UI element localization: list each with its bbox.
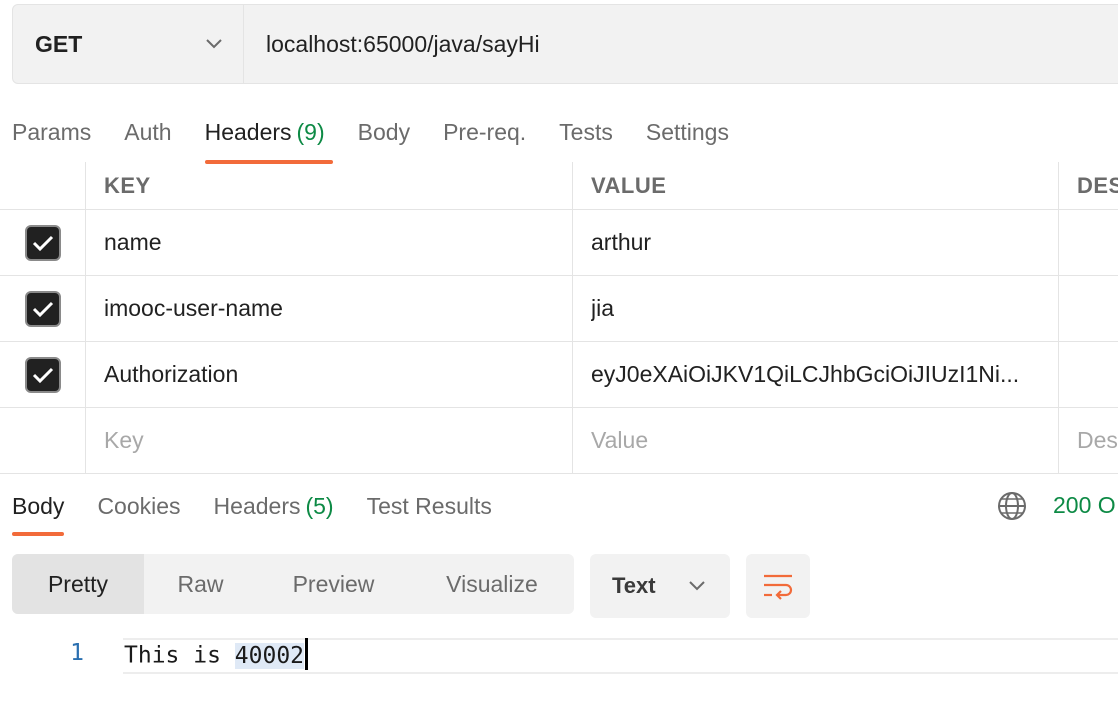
value-cell[interactable]: eyJ0eXAiOiJKV1QiLCJhbGciOiJIUzI1Ni... (573, 342, 1059, 407)
text-cursor (305, 638, 309, 670)
response-tab-body[interactable]: Body (12, 486, 65, 536)
value-cell[interactable]: arthur (573, 210, 1059, 275)
table-row: imooc-user-name jia (0, 276, 1118, 342)
row-checkbox[interactable] (24, 290, 61, 327)
response-tab-cookies[interactable]: Cookies (97, 486, 180, 526)
view-mode-control: Pretty Raw Preview Visualize (12, 554, 574, 614)
new-value-input[interactable]: Value (573, 408, 1059, 473)
tab-settings[interactable]: Settings (646, 112, 729, 152)
chevron-down-icon (206, 39, 222, 49)
table-header-row: KEY VALUE DES (0, 162, 1118, 210)
line-number: 1 (70, 640, 84, 666)
checkmark-icon (32, 367, 53, 383)
request-bar: GET localhost:65000/java/sayHi (12, 4, 1118, 84)
globe-icon[interactable] (996, 490, 1028, 522)
key-cell[interactable]: imooc-user-name (86, 276, 573, 341)
response-tab-headers[interactable]: Headers (5) (214, 486, 334, 526)
table-row: name arthur (0, 210, 1118, 276)
column-header-key: KEY (86, 162, 573, 209)
view-mode-pretty[interactable]: Pretty (12, 554, 144, 614)
code-line: This is 40002 (124, 638, 309, 672)
tab-params[interactable]: Params (12, 112, 91, 152)
new-description-input[interactable]: Des (1059, 408, 1118, 473)
new-key-input[interactable]: Key (86, 408, 573, 473)
wrap-text-icon (764, 574, 793, 600)
response-body-editor[interactable]: 1 This is 40002 (0, 636, 1118, 676)
tab-tests[interactable]: Tests (559, 112, 613, 152)
checkmark-icon (32, 301, 53, 317)
description-cell[interactable] (1059, 276, 1118, 341)
key-cell[interactable]: Authorization (86, 342, 573, 407)
language-select[interactable]: Text (590, 554, 730, 618)
method-select[interactable]: GET (13, 5, 244, 83)
description-cell[interactable] (1059, 210, 1118, 275)
header-check-cell (0, 162, 86, 209)
tab-pre-request[interactable]: Pre-req. (443, 112, 526, 152)
headers-table: KEY VALUE DES name arthur imooc-user-nam… (0, 162, 1118, 474)
row-checkbox[interactable] (24, 356, 61, 393)
row-checkbox[interactable] (24, 224, 61, 261)
selected-text: 40002 (234, 642, 305, 669)
language-label: Text (612, 573, 656, 598)
headers-count: (9) (296, 119, 325, 145)
table-row: Authorization eyJ0eXAiOiJKV1QiLCJhbGciOi… (0, 342, 1118, 408)
response-headers-count: (5) (305, 493, 334, 519)
view-mode-preview[interactable]: Preview (257, 554, 410, 614)
view-mode-visualize[interactable]: Visualize (410, 554, 574, 614)
description-cell[interactable] (1059, 342, 1118, 407)
tab-headers[interactable]: Headers (9) (204, 112, 333, 164)
column-header-description: DES (1077, 172, 1118, 198)
url-input[interactable]: localhost:65000/java/sayHi (244, 5, 1118, 83)
value-cell[interactable]: jia (573, 276, 1059, 341)
method-label: GET (35, 30, 83, 57)
new-header-row: Key Value Des (0, 408, 1118, 474)
url-text: localhost:65000/java/sayHi (266, 30, 540, 57)
wrap-lines-button[interactable] (746, 554, 810, 618)
chevron-down-icon (689, 581, 705, 591)
tab-auth[interactable]: Auth (124, 112, 171, 152)
response-tab-test-results[interactable]: Test Results (367, 486, 492, 526)
key-cell[interactable]: name (86, 210, 573, 275)
checkmark-icon (32, 235, 53, 251)
response-status[interactable]: 200 O (1053, 492, 1116, 519)
code-text: This is (124, 642, 235, 669)
view-mode-raw[interactable]: Raw (144, 554, 257, 614)
request-tabs: Params Auth Headers (9) Body Pre-req. Tes… (12, 112, 762, 164)
response-tabs: Body Cookies Headers (5) Test Results (12, 486, 525, 536)
tab-body[interactable]: Body (358, 112, 410, 152)
column-header-value: VALUE (573, 162, 1059, 209)
